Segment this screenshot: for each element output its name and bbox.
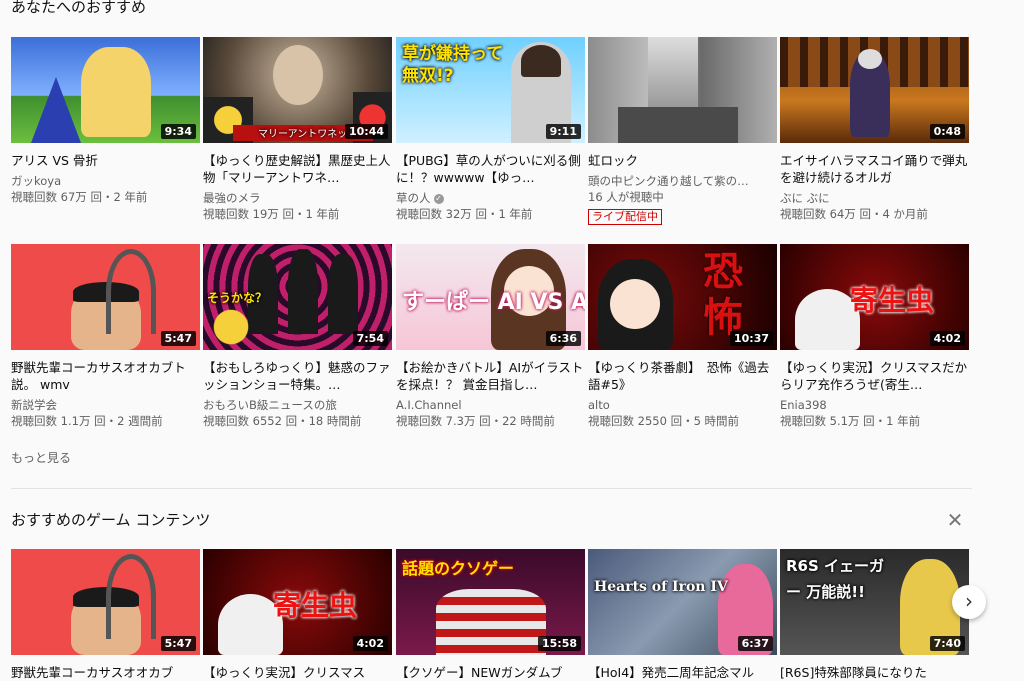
video-title[interactable]: 虹ロック xyxy=(588,152,777,169)
verified-check-icon: ✓ xyxy=(433,193,444,204)
video-channel[interactable]: A.I.Channel xyxy=(396,397,585,413)
video-card[interactable]: 恐怖 10:37 【ゆっくり茶番劇】 恐怖《過去語#5》 alto 視聴回数 2… xyxy=(588,244,777,429)
section-title-recommended: あなたへのおすすめ xyxy=(11,0,147,16)
live-badge: ライブ配信中 xyxy=(588,209,662,225)
video-thumbnail[interactable]: 寄生虫 4:02 xyxy=(203,549,392,655)
video-title[interactable]: 【クソゲー】NEWガンダムブ xyxy=(396,664,585,681)
section-title-games: おすすめのゲーム コンテンツ xyxy=(11,511,211,529)
video-stats: 視聴回数 7.3万 回・22 時間前 xyxy=(396,414,555,428)
video-channel[interactable]: 頭の中ピンク通り越して紫の… xyxy=(588,173,777,189)
video-card[interactable]: 5:47 野獣先輩コーカサスオオカブ xyxy=(11,549,200,681)
video-thumbnail[interactable]: 5:47 xyxy=(11,244,200,350)
thumbnail-caption: すーぱー AI VS AI xyxy=(402,290,585,315)
video-thumbnail[interactable]: マリーアントワネット 10:44 xyxy=(203,37,392,143)
video-stats: 視聴回数 6552 回・18 時間前 xyxy=(203,414,362,428)
close-icon[interactable]: ✕ xyxy=(944,509,966,531)
video-channel[interactable]: 最強のメラ xyxy=(203,190,392,206)
video-thumbnail[interactable]: 草が鎌持って 無双!? 9:11 xyxy=(396,37,585,143)
chevron-right-icon[interactable]: › xyxy=(952,585,986,619)
video-card[interactable]: 虹ロック 頭の中ピンク通り越して紫の… 16 人が視聴中 ライブ配信中 xyxy=(588,37,777,225)
video-duration: 7:40 xyxy=(929,636,965,651)
show-more-link[interactable]: もっと見る xyxy=(11,449,71,466)
video-thumbnail[interactable]: 9:34 xyxy=(11,37,200,143)
video-channel[interactable]: ガッkoya xyxy=(11,173,200,189)
video-title[interactable]: 野獣先輩コーカサスオオカブト説。 wmv xyxy=(11,359,200,393)
video-stats: 視聴回数 1.1万 回・2 週間前 xyxy=(11,414,163,428)
video-title[interactable]: 【おもしろゆっくり】魅惑のファッションショー特集。… xyxy=(203,359,392,393)
video-title[interactable]: 野獣先輩コーカサスオオカブ xyxy=(11,664,200,681)
video-duration: 10:44 xyxy=(344,124,388,139)
video-card[interactable]: そうかな？ 7:54 【おもしろゆっくり】魅惑のファッションショー特集。… おも… xyxy=(203,244,392,429)
video-card[interactable]: 草が鎌持って 無双!? 9:11 【PUBG】草の人がついに刈る側に！？wwww… xyxy=(396,37,585,222)
thumbnail-caption: 寄生虫 xyxy=(273,589,358,622)
video-duration: 5:47 xyxy=(160,331,196,346)
video-duration: 9:11 xyxy=(545,124,581,139)
video-channel[interactable]: 草の人 ✓ xyxy=(396,190,585,206)
video-thumbnail[interactable]: 恐怖 10:37 xyxy=(588,244,777,350)
video-channel[interactable]: alto xyxy=(588,397,777,413)
video-card[interactable]: R6S イェーガー 万能説!! 7:40 [R6S]特殊部隊員になりた xyxy=(780,549,969,681)
thumbnail-caption: 話題のクソゲー xyxy=(402,559,515,578)
video-duration: 15:58 xyxy=(537,636,581,651)
thumbnail-caption: R6S イェーガー 万能説!! xyxy=(786,557,885,601)
video-duration: 0:48 xyxy=(929,124,965,139)
video-title[interactable]: 【ゆっくり実況】クリスマスだからリア充作ろうぜ(寄生… xyxy=(780,359,969,393)
video-card[interactable]: マリーアントワネット 10:44 【ゆっくり歴史解説】黒歴史上人物「マリーアント… xyxy=(203,37,392,222)
thumbnail-caption: マリーアントワネット xyxy=(258,129,358,140)
video-card[interactable]: 話題のクソゲー 15:58 【クソゲー】NEWガンダムブ xyxy=(396,549,585,681)
video-thumbnail[interactable]: Hearts of Iron IV 6:37 xyxy=(588,549,777,655)
video-title[interactable]: 【HoI4】発売二周年記念マル xyxy=(588,664,777,681)
thumbnail-caption: Hearts of Iron IV xyxy=(594,579,728,595)
thumbnail-caption: 恐怖 xyxy=(703,249,743,341)
video-title[interactable]: エイサイハラマスコイ踊りで弾丸を避け続けるオルガ xyxy=(780,152,969,186)
video-duration: 4:02 xyxy=(929,331,965,346)
video-title[interactable]: 【ゆっくり茶番劇】 恐怖《過去語#5》 xyxy=(588,359,777,393)
video-thumbnail[interactable]: 寄生虫 4:02 xyxy=(780,244,969,350)
video-duration: 6:36 xyxy=(545,331,581,346)
video-duration: 10:37 xyxy=(729,331,773,346)
video-duration: 9:34 xyxy=(160,124,196,139)
video-stats: 視聴回数 19万 回・1 年前 xyxy=(203,207,340,221)
video-duration: 4:02 xyxy=(352,636,388,651)
video-card[interactable]: 寄生虫 4:02 【ゆっくり実況】クリスマス xyxy=(203,549,392,681)
thumbnail-caption: そうかな？ xyxy=(207,291,268,305)
video-stats: 視聴回数 64万 回・4 か月前 xyxy=(780,207,928,221)
video-thumbnail[interactable]: すーぱー AI VS AI 6:36 xyxy=(396,244,585,350)
video-thumbnail[interactable]: 話題のクソゲー 15:58 xyxy=(396,549,585,655)
thumbnail-caption: 寄生虫 xyxy=(850,284,935,317)
video-title[interactable]: 【ゆっくり実況】クリスマス xyxy=(203,664,392,681)
video-stats: 視聴回数 5.1万 回・1 年前 xyxy=(780,414,921,428)
video-thumbnail[interactable] xyxy=(588,37,777,143)
video-card[interactable]: 5:47 野獣先輩コーカサスオオカブト説。 wmv 新説学会 視聴回数 1.1万… xyxy=(11,244,200,429)
video-thumbnail[interactable]: 5:47 xyxy=(11,549,200,655)
video-channel[interactable]: おもろいB級ニュースの旅 xyxy=(203,397,392,413)
video-title[interactable]: [R6S]特殊部隊員になりた xyxy=(780,664,969,681)
video-card[interactable]: 寄生虫 4:02 【ゆっくり実況】クリスマスだからリア充作ろうぜ(寄生… Eni… xyxy=(780,244,969,429)
video-card[interactable]: Hearts of Iron IV 6:37 【HoI4】発売二周年記念マル xyxy=(588,549,777,681)
video-stats: 視聴回数 67万 回・2 年前 xyxy=(11,190,148,204)
video-stats: 16 人が視聴中 xyxy=(588,190,664,204)
video-duration: 5:47 xyxy=(160,636,196,651)
video-channel[interactable]: Enia398 xyxy=(780,397,969,413)
video-channel[interactable]: ぶに ぶに xyxy=(780,190,969,206)
video-stats: 視聴回数 32万 回・1 年前 xyxy=(396,207,533,221)
video-title[interactable]: 【ゆっくり歴史解説】黒歴史上人物「マリーアントワネ… xyxy=(203,152,392,186)
video-title[interactable]: 【PUBG】草の人がついに刈る側に！？wwwww【ゆっ… xyxy=(396,152,585,186)
video-duration: 7:54 xyxy=(352,331,388,346)
video-thumbnail[interactable]: 0:48 xyxy=(780,37,969,143)
video-thumbnail[interactable]: そうかな？ 7:54 xyxy=(203,244,392,350)
video-stats: 視聴回数 2550 回・5 時間前 xyxy=(588,414,740,428)
thumbnail-caption: 草が鎌持って 無双!? xyxy=(402,44,504,86)
video-channel[interactable]: 新説学会 xyxy=(11,397,200,413)
video-title[interactable]: 【お絵かきバトル】AIがイラストを採点！？ 賞金目指し… xyxy=(396,359,585,393)
video-card[interactable]: すーぱー AI VS AI 6:36 【お絵かきバトル】AIがイラストを採点！？… xyxy=(396,244,585,429)
video-duration: 6:37 xyxy=(737,636,773,651)
video-card[interactable]: 9:34 アリス VS 骨折 ガッkoya 視聴回数 67万 回・2 年前 xyxy=(11,37,200,205)
section-divider xyxy=(11,488,972,489)
video-title[interactable]: アリス VS 骨折 xyxy=(11,152,200,169)
video-card[interactable]: 0:48 エイサイハラマスコイ踊りで弾丸を避け続けるオルガ ぶに ぶに 視聴回数… xyxy=(780,37,969,222)
video-thumbnail[interactable]: R6S イェーガー 万能説!! 7:40 xyxy=(780,549,969,655)
